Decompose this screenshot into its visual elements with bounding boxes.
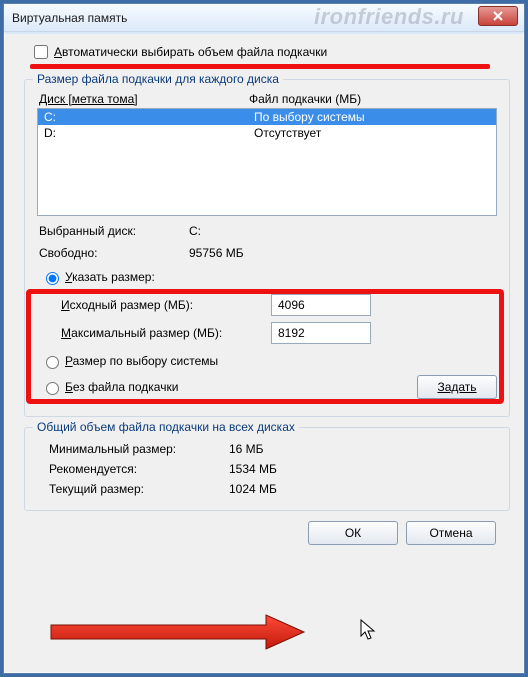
initial-size-row: Исходный размер (МБ): xyxy=(61,294,497,316)
auto-manage-row: Автоматически выбирать объем файла подка… xyxy=(24,42,510,62)
ok-button[interactable]: ОК xyxy=(308,521,398,545)
radio-system-row: Размер по выбору системы xyxy=(37,350,497,372)
selected-drive-line: Выбранный диск: C: xyxy=(37,224,497,238)
footer-buttons: ОК Отмена xyxy=(24,521,510,545)
drive-list-header: Диск [метка тома] Файл подкачки (МБ) xyxy=(37,92,497,108)
radio-system[interactable] xyxy=(46,356,59,369)
totals-group: Общий объем файла подкачки на всех диска… xyxy=(24,427,510,511)
initial-size-label: Исходный размер (МБ): xyxy=(61,298,271,312)
per-drive-group-title: Размер файла подкачки для каждого диска xyxy=(33,72,283,86)
window-title: Виртуальная память xyxy=(12,11,127,25)
radio-custom-label[interactable]: Указать размер: xyxy=(65,270,155,284)
drive-list[interactable]: C: По выбору системы D: Отсутствует xyxy=(37,108,497,216)
totals-group-title: Общий объем файла подкачки на всех диска… xyxy=(33,420,299,434)
titlebar: Виртуальная память xyxy=(4,4,524,32)
col-pf-header: Файл подкачки (МБ) xyxy=(249,92,495,106)
close-icon xyxy=(493,11,503,21)
radio-custom[interactable] xyxy=(46,272,59,285)
radio-custom-row: Указать размер: xyxy=(37,266,497,288)
auto-manage-label[interactable]: Автоматически выбирать объем файла подка… xyxy=(54,45,327,59)
radio-none-label[interactable]: Без файла подкачки xyxy=(65,380,178,394)
size-inputs: Исходный размер (МБ): Максимальный разме… xyxy=(37,294,497,344)
annotation-underline xyxy=(30,64,490,69)
max-size-row: Максимальный размер (МБ): xyxy=(61,322,497,344)
max-size-input[interactable] xyxy=(271,322,371,344)
radio-system-label[interactable]: Размер по выбору системы xyxy=(65,354,218,368)
per-drive-group: Размер файла подкачки для каждого диска … xyxy=(24,79,510,417)
set-button[interactable]: Задать xyxy=(417,375,497,399)
auto-manage-checkbox[interactable] xyxy=(34,45,48,59)
virtual-memory-window: Виртуальная память ironfriends.ru Автома… xyxy=(3,3,525,674)
col-drive-header: Диск [метка тома] xyxy=(39,92,249,106)
initial-size-input[interactable] xyxy=(271,294,371,316)
radio-none[interactable] xyxy=(46,382,59,395)
close-button[interactable] xyxy=(478,6,518,26)
free-space-line: Свободно: 95756 МБ xyxy=(37,246,497,260)
max-size-label: Максимальный размер (МБ): xyxy=(61,326,271,340)
table-row[interactable]: C: По выбору системы xyxy=(38,109,496,125)
min-size-line: Минимальный размер: 16 МБ xyxy=(47,442,497,456)
table-row[interactable]: D: Отсутствует xyxy=(38,125,496,141)
radio-none-row: Без файла подкачки Задать xyxy=(37,372,497,402)
cur-size-line: Текущий размер: 1024 МБ xyxy=(47,482,497,496)
cancel-button[interactable]: Отмена xyxy=(406,521,496,545)
content-area: Автоматически выбирать объем файла подка… xyxy=(4,32,524,555)
rec-size-line: Рекомендуется: 1534 МБ xyxy=(47,462,497,476)
